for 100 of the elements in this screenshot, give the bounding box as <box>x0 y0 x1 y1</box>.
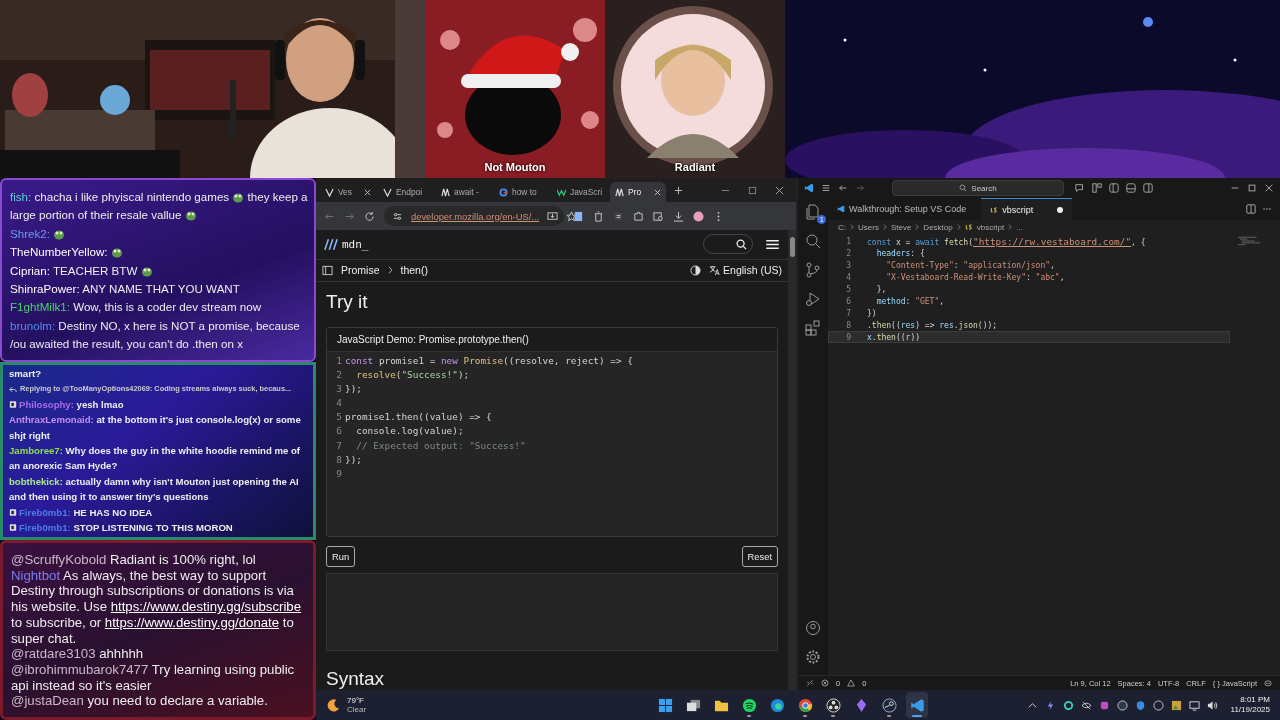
source-control-icon[interactable] <box>805 262 821 278</box>
breadcrumb-item[interactable]: vbscript <box>976 222 1005 232</box>
new-tab-icon[interactable] <box>674 185 683 195</box>
avatar-icon[interactable] <box>693 210 704 222</box>
mdn-logo-icon[interactable] <box>324 237 338 251</box>
run-debug-icon[interactable] <box>805 291 821 307</box>
chat-message: Fireb0mb1: HE HAS NO IDEA <box>19 505 153 520</box>
breadcrumb-item[interactable]: Steve <box>890 222 912 232</box>
extensions-icon[interactable] <box>805 320 821 336</box>
sidebar-icon[interactable] <box>1109 183 1119 193</box>
chevron-icon <box>956 224 961 230</box>
g-icon <box>499 187 508 197</box>
close-icon[interactable] <box>775 185 784 195</box>
search-field[interactable]: Search <box>892 180 1064 196</box>
moon-icon[interactable] <box>326 697 341 713</box>
scrollbar[interactable] <box>788 230 796 690</box>
taskbar-app[interactable] <box>906 692 929 718</box>
install-icon[interactable] <box>547 210 559 222</box>
document-icon[interactable] <box>573 210 584 222</box>
browser-tab[interactable]: JavaScri <box>552 182 608 202</box>
download-icon[interactable] <box>673 210 684 222</box>
volume-icon[interactable] <box>1206 699 1218 711</box>
back-icon[interactable] <box>838 183 848 193</box>
shield-icon[interactable] <box>1134 699 1146 711</box>
site-logo[interactable]: mdn_ <box>342 237 369 251</box>
link[interactable]: https://www.destiny.gg/subscribe <box>110 599 302 615</box>
line-number: 4 <box>335 396 342 411</box>
browser-tab[interactable]: Ves <box>320 182 376 202</box>
v-icon <box>325 187 334 197</box>
close-icon[interactable] <box>364 188 371 196</box>
sidebar-icon[interactable] <box>1143 183 1153 193</box>
breadcrumb-item[interactable]: Desktop <box>923 222 953 232</box>
line-number: 7 <box>335 438 342 453</box>
spotify-icon <box>741 697 757 713</box>
browser-tab[interactable]: how to <box>494 182 550 202</box>
javascript-file-icon <box>990 205 999 214</box>
trash-icon[interactable] <box>593 210 604 222</box>
account-icon[interactable] <box>805 620 821 636</box>
ring-icon[interactable] <box>1062 699 1074 711</box>
warning-icon[interactable] <box>847 679 856 687</box>
reload-icon[interactable] <box>364 210 375 222</box>
run-button[interactable]: Run <box>326 546 356 567</box>
eye-off-icon[interactable] <box>1080 699 1092 711</box>
chevron-icon <box>387 266 393 275</box>
menu-icon[interactable] <box>821 183 831 193</box>
clock[interactable]: 8:01 PM 11/19/2025 <box>1230 695 1270 715</box>
editor-tab[interactable]: Walkthrough: Setup VS Code <box>828 198 976 220</box>
extension-icon[interactable] <box>613 210 624 222</box>
explorer-icon[interactable] <box>805 204 821 220</box>
chat-message: fish: chacha i like phyiscal nintendo games they keep a large portion of their resale vallue <box>10 189 309 224</box>
w-icon <box>557 187 566 197</box>
remote-icon[interactable] <box>806 679 814 687</box>
star-icon[interactable] <box>566 210 578 222</box>
vscode-icon <box>909 697 925 713</box>
breadcrumb-link[interactable]: then() <box>400 264 428 277</box>
network-icon[interactable] <box>1188 699 1200 711</box>
maximize-icon[interactable] <box>1247 183 1257 193</box>
chat-message: @justaDean you need to declare a variable. <box>11 693 268 710</box>
layout-icon[interactable] <box>1092 183 1102 193</box>
line-number: 6 <box>335 424 342 439</box>
chat-message: AnthraxLemonaid: at the bottom it's just console.log(x) or some shjt right <box>9 413 302 443</box>
breadcrumb-link[interactable]: Promise <box>341 264 380 277</box>
browser-tab[interactable]: Endpoi <box>378 182 434 202</box>
close-icon[interactable] <box>654 188 661 196</box>
chat-icon[interactable] <box>1075 183 1085 193</box>
breadcrumb-item[interactable]: C: <box>838 222 846 232</box>
close-icon[interactable] <box>1264 183 1274 193</box>
breadcrumb-item[interactable]: Users <box>858 222 879 232</box>
reset-button[interactable]: Reset <box>741 546 778 567</box>
split-editor-icon[interactable] <box>1246 204 1256 214</box>
puzzle-icon[interactable] <box>633 210 644 222</box>
code-editor[interactable]: 1 const promise1 = new Promise((resolve, reject) => { 2 resolve("Success!"); 3 }); 4 5 promise1.then((value) => { 6 console.log(value); 7 // Expected output: "Success!" 8 }); 9 <box>327 352 777 536</box>
error-icon[interactable] <box>821 679 829 687</box>
copilot-icon[interactable] <box>1264 679 1272 687</box>
editor-tab[interactable]: vbscript <box>981 198 1073 220</box>
temperature[interactable]: 79°F <box>347 696 367 705</box>
windows-icon <box>657 697 673 713</box>
m-icon <box>615 187 624 197</box>
weather-condition[interactable]: Clear <box>347 705 367 714</box>
search-icon[interactable] <box>805 233 821 249</box>
reply-icon <box>9 385 17 393</box>
link[interactable]: https://www.destiny.gg/donate <box>104 614 280 630</box>
site-settings-icon[interactable] <box>392 210 403 222</box>
settings-icon[interactable] <box>805 649 821 665</box>
sidebar-icon[interactable] <box>322 264 333 276</box>
line-number: 1 <box>845 236 851 246</box>
app-icon[interactable] <box>1098 699 1110 711</box>
browser-tab[interactable]: Pro <box>610 182 666 202</box>
theme-icon[interactable] <box>690 264 702 276</box>
panel-icon[interactable] <box>1126 183 1136 193</box>
line-number: 9 <box>845 332 851 342</box>
line-number: 1 <box>335 354 342 368</box>
browser-tab[interactable]: await - <box>436 182 492 202</box>
breadcrumb-item[interactable]: ... <box>1016 222 1023 232</box>
maximize-icon[interactable] <box>748 185 757 195</box>
tab-search-icon[interactable] <box>653 210 664 222</box>
line-number: 5 <box>845 284 851 294</box>
language-button[interactable]: English (US) <box>709 264 782 277</box>
code-line: method: "GET", <box>875 296 945 306</box>
image-icon[interactable] <box>1170 699 1182 711</box>
